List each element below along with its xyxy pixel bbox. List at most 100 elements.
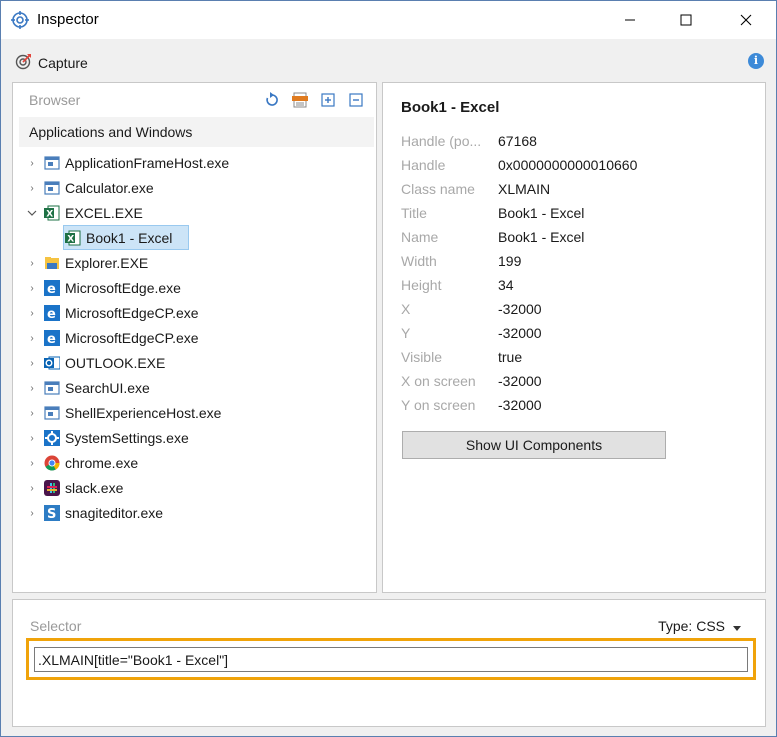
selector-highlight [26,638,756,680]
svg-text:e: e [47,307,56,321]
tree-item-label: MicrosoftEdgeCP.exe [65,305,199,321]
browser-panel: Browser Applications and Windows › Appli… [12,82,377,593]
capture-label: Capture [38,55,88,71]
tree-item[interactable]: › slack.exe [13,476,376,501]
selector-input[interactable] [34,647,748,672]
tree-item[interactable]: › ShellExperienceHost.exe [13,401,376,426]
chevron-down-icon [733,618,741,634]
collapse-all-icon[interactable] [348,92,364,108]
excel-icon: X [44,205,60,221]
property-key: Width [401,253,437,269]
property-row: Class name XLMAIN [401,181,751,201]
svg-text:S: S [47,507,56,521]
tree-item-label: EXCEL.EXE [65,205,143,221]
property-value: -32000 [498,373,542,389]
selector-type-dropdown[interactable]: Type: CSS [658,618,741,634]
tree-item[interactable]: X EXCEL.EXE [13,201,376,226]
tree-item-label: SystemSettings.exe [65,430,189,446]
chevron-right-icon[interactable]: › [27,433,37,444]
property-key: X on screen [401,373,476,389]
tree-item[interactable]: › SystemSettings.exe [13,426,376,451]
section-title: Applications and Windows [29,124,193,140]
property-value: -32000 [498,325,542,341]
tree-item[interactable]: › e MicrosoftEdgeCP.exe [13,326,376,351]
property-key: Class name [401,181,475,197]
property-row: Y -32000 [401,325,751,345]
show-ui-components-button[interactable]: Show UI Components [402,431,666,459]
tree-item[interactable]: › Calculator.exe [13,176,376,201]
tree-item[interactable]: › SearchUI.exe [13,376,376,401]
svg-text:X: X [46,210,53,220]
edge-icon: e [44,280,60,297]
chevron-right-icon[interactable]: › [27,333,37,344]
maximize-button[interactable] [663,1,709,39]
property-value: -32000 [498,301,542,317]
tree-item-label: SearchUI.exe [65,380,150,396]
property-key: Title [401,205,427,221]
property-value: 0x0000000000010660 [498,157,638,173]
expand-all-icon[interactable] [320,92,336,108]
window-icon [44,405,60,421]
chevron-right-icon[interactable]: › [27,283,37,294]
svg-text:e: e [47,282,56,296]
property-row: Handle 0x0000000000010660 [401,157,751,177]
crosshair-icon [11,11,29,29]
property-row: Name Book1 - Excel [401,229,751,249]
chevron-right-icon[interactable]: › [27,458,37,469]
tree-item[interactable]: › Explorer.EXE [13,251,376,276]
chevron-down-icon[interactable] [27,208,37,218]
browser-tools [264,92,364,108]
tree-item[interactable]: › chrome.exe [13,451,376,476]
details-panel: Book1 - Excel Handle (po... 67168 Handle 0… [382,82,766,593]
property-value: 67168 [498,133,537,149]
capture-button[interactable]: Capture [15,53,88,73]
tree-item[interactable]: › OUTLOOK.EXE [13,351,376,376]
property-value: 199 [498,253,522,269]
snagit-icon: S [44,505,60,522]
maximize-icon [680,14,692,26]
title-bar: Inspector [1,1,776,39]
tree-item[interactable]: › ApplicationFrameHost.exe [13,151,376,176]
window-title: Inspector [37,11,99,28]
property-value: true [498,349,523,365]
close-button[interactable] [723,1,769,39]
refresh-icon[interactable] [264,92,280,108]
tree-item-label: MicrosoftEdge.exe [65,280,181,296]
property-row: X on screen -32000 [401,373,751,393]
browser-label: Browser [29,92,81,108]
minimize-button[interactable] [607,1,653,39]
tree-item[interactable]: › e MicrosoftEdge.exe [13,276,376,301]
tree-item[interactable]: › e MicrosoftEdgeCP.exe [13,301,376,326]
info-icon[interactable]: i [748,53,764,69]
tree-item[interactable]: › S snagiteditor.exe [13,501,376,526]
capture-target-icon [15,53,32,73]
chevron-right-icon[interactable]: › [27,408,37,419]
property-key: Name [401,229,439,245]
property-row: Title Book1 - Excel [401,205,751,225]
property-row: Handle (po... 67168 [401,133,751,153]
chevron-right-icon[interactable]: › [27,508,37,519]
property-value: XLMAIN [498,181,551,197]
toolbar: Capture i [1,39,776,81]
chevron-right-icon[interactable]: › [27,483,37,494]
tree-item-selected[interactable]: X Book1 - Excel [13,225,376,251]
export-xml-icon[interactable] [292,92,308,108]
section-header: Applications and Windows [19,117,374,147]
property-value: -32000 [498,397,542,413]
property-key: Height [401,277,442,293]
chevron-right-icon[interactable]: › [27,308,37,319]
chevron-right-icon[interactable]: › [27,158,37,169]
chevron-right-icon[interactable]: › [27,358,37,369]
property-row: Visible true [401,349,751,369]
property-value: 34 [498,277,514,293]
inspector-window: Inspector Capture i Browser Applications… [0,0,777,737]
chevron-right-icon[interactable]: › [27,258,37,269]
chevron-right-icon[interactable]: › [27,383,37,394]
chevron-right-icon[interactable]: › [27,183,37,194]
excel-icon: X [65,230,81,246]
selector-panel: Selector Type: CSS [12,599,766,727]
tree-item-label: slack.exe [65,480,124,496]
property-key: Visible [401,349,442,365]
selector-label: Selector [30,618,82,634]
gear-icon [44,430,60,446]
